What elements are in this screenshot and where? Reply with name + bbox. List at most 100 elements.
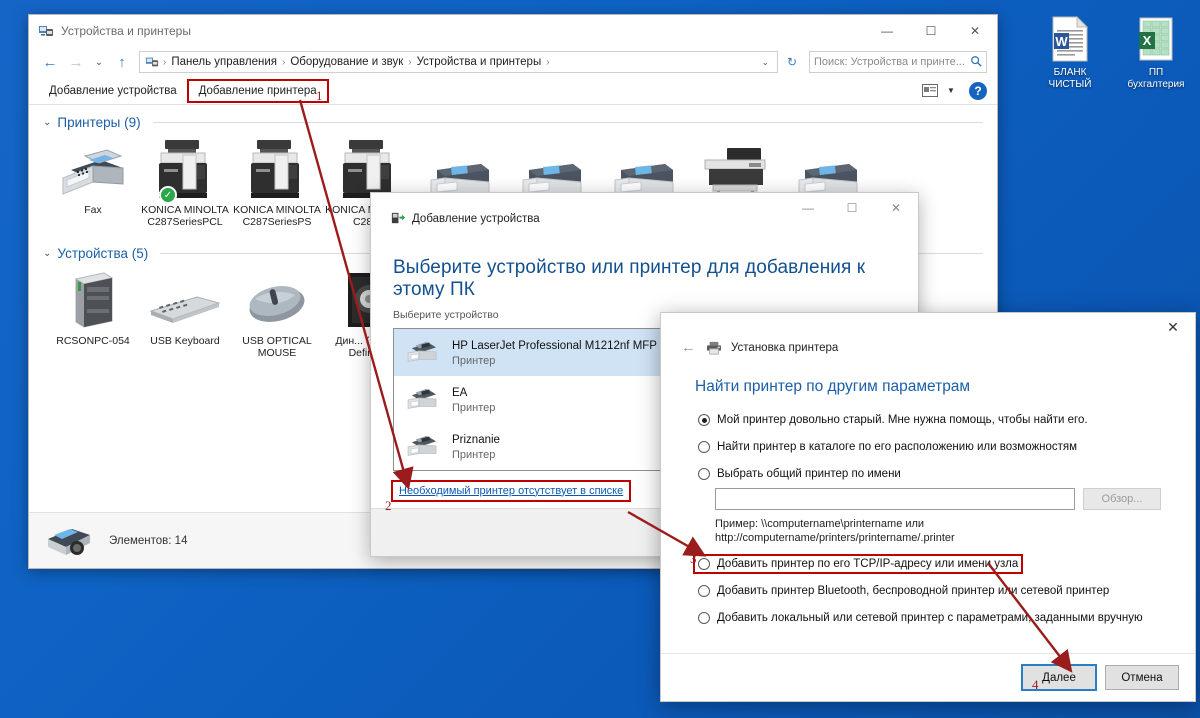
printer-icon bbox=[404, 384, 442, 414]
mfp-printer-icon bbox=[325, 138, 413, 200]
annotation-step-2: 2 bbox=[385, 498, 392, 513]
mouse-icon bbox=[233, 269, 321, 331]
device-name: EA bbox=[452, 386, 468, 399]
radio-option-label: Мой принтер довольно старый. Мне нужна п… bbox=[717, 414, 1088, 426]
mfp-printer-icon: ✓ bbox=[141, 138, 229, 204]
breadcrumb-separator: › bbox=[408, 56, 412, 68]
camera-device-icon bbox=[43, 519, 95, 563]
share-example-line2: http://computername/printers/printername… bbox=[715, 532, 955, 544]
item-count-label: Элементов: 14 bbox=[109, 534, 188, 547]
share-example-text: Пример: \\computername\printername или h… bbox=[715, 517, 1161, 545]
cancel-button[interactable]: Отмена bbox=[1105, 665, 1179, 690]
breadcrumb-control-panel[interactable]: Панель управления bbox=[169, 56, 279, 68]
device-tile-keyboard[interactable]: USB Keyboard bbox=[139, 265, 231, 363]
breadcrumb-hardware-sound[interactable]: Оборудование и звук bbox=[288, 56, 405, 68]
desktop-icon-excel-document[interactable]: X ПП бухгалтерия bbox=[1120, 14, 1192, 91]
radio-option-find-in-directory[interactable]: Найти принтер в каталоге по его располож… bbox=[695, 439, 1161, 455]
radio-button[interactable] bbox=[698, 558, 710, 570]
view-layout-icon[interactable] bbox=[919, 81, 941, 101]
install-printer-footer: Далее Отмена bbox=[661, 653, 1195, 701]
radio-button[interactable] bbox=[698, 414, 710, 426]
browse-button[interactable]: Обзор... bbox=[1083, 488, 1161, 510]
group-header-printers[interactable]: ⌄ Принтеры (9) bbox=[43, 115, 983, 130]
maximize-button[interactable]: ☐ bbox=[909, 15, 953, 47]
device-tile-label: RCSONPC-054 bbox=[56, 335, 130, 347]
up-button[interactable]: ↑ bbox=[111, 51, 133, 73]
install-printer-title: Установка принтера bbox=[731, 341, 839, 354]
radio-option-old-printer[interactable]: Мой принтер довольно старый. Мне нужна п… bbox=[695, 412, 1161, 428]
radio-button[interactable] bbox=[698, 441, 710, 453]
annotation-step-3: 3 bbox=[690, 551, 697, 566]
close-button[interactable]: ✕ bbox=[1151, 313, 1195, 341]
laser-printer-icon bbox=[785, 138, 873, 200]
printer-not-listed-link[interactable]: Необходимый принтер отсутствует в списке bbox=[390, 479, 632, 502]
close-button[interactable]: ✕ bbox=[953, 15, 997, 47]
radio-option-manual[interactable]: Добавить локальный или сетевой принтер с… bbox=[695, 610, 1161, 626]
address-bar[interactable]: › Панель управления › Оборудование и зву… bbox=[139, 51, 778, 73]
radio-option-label: Добавить локальный или сетевой принтер с… bbox=[717, 612, 1143, 624]
shared-printer-input[interactable] bbox=[715, 488, 1075, 510]
desktop-tower-icon bbox=[49, 269, 137, 331]
radio-option-label: Добавить принтер по его TCP/IP-адресу ил… bbox=[717, 558, 1019, 570]
printer-tile-konica-pcl[interactable]: ✓ KONICA MINOLTA C287SeriesPCL bbox=[139, 134, 231, 232]
refresh-button[interactable]: ↻ bbox=[782, 51, 802, 73]
printer-tile-label: KONICA MINOLTA C287SeriesPCL bbox=[141, 204, 229, 228]
install-printer-heading: Найти принтер по другим параметрам bbox=[695, 378, 971, 395]
group-title: Принтеры (9) bbox=[57, 115, 141, 130]
excel-document-icon: X bbox=[1120, 14, 1192, 64]
add-printer-command[interactable]: Добавление принтера bbox=[186, 78, 329, 103]
device-tile-mouse[interactable]: USB OPTICAL MOUSE bbox=[231, 265, 323, 363]
desktop-icons: W БЛАНК ЧИСТЫЙ X ПП бухгалтерия bbox=[1034, 14, 1192, 91]
fax-printer-icon bbox=[49, 138, 137, 200]
radio-option-shared-by-name[interactable]: Выбрать общий принтер по имени bbox=[695, 466, 1161, 482]
desktop-icon-label-line1: БЛАНК bbox=[1053, 67, 1087, 78]
printer-tile-fax[interactable]: Fax bbox=[47, 134, 139, 232]
mfp-scanner-icon bbox=[693, 138, 781, 200]
group-divider bbox=[152, 122, 983, 123]
svg-text:W: W bbox=[1055, 34, 1068, 49]
printer-icon bbox=[705, 339, 722, 356]
radio-option-bluetooth[interactable]: Добавить принтер Bluetooth, беспроводной… bbox=[695, 583, 1161, 599]
desktop-icon-word-document[interactable]: W БЛАНК ЧИСТЫЙ bbox=[1034, 14, 1106, 91]
recent-locations-button[interactable]: ⌄ bbox=[91, 51, 107, 73]
device-tile-label: USB OPTICAL MOUSE bbox=[242, 335, 312, 359]
radio-button[interactable] bbox=[698, 612, 710, 624]
breadcrumb-devices-printers[interactable]: Устройства и принтеры bbox=[415, 56, 544, 68]
window-title: Устройства и принтеры bbox=[61, 24, 191, 38]
minimize-button[interactable]: — bbox=[865, 15, 909, 47]
shared-printer-row: Обзор... bbox=[715, 488, 1161, 510]
device-name: Priznanie bbox=[452, 433, 500, 446]
search-box[interactable]: Поиск: Устройства и принте... bbox=[809, 51, 987, 73]
chevron-down-icon[interactable]: ⌄ bbox=[757, 57, 773, 68]
back-button[interactable]: ← bbox=[681, 339, 696, 356]
desktop-icon-label-line2: бухгалтерия bbox=[1127, 79, 1185, 90]
device-tile-computer[interactable]: RCSONPC-054 bbox=[47, 265, 139, 363]
default-printer-badge: ✓ bbox=[159, 186, 177, 204]
chevron-down-icon[interactable]: ⌄ bbox=[43, 117, 51, 128]
navigation-bar: ← → ⌄ ↑ › Панель управления › Оборудован… bbox=[29, 47, 997, 77]
install-printer-header: ← Установка принтера bbox=[661, 339, 1195, 356]
view-options-caret-icon[interactable]: ▼ bbox=[943, 86, 959, 95]
add-device-icon bbox=[389, 211, 405, 227]
install-printer-dialog: ✕ ← Установка принтера Найти принтер по … bbox=[660, 312, 1196, 702]
radio-button[interactable] bbox=[698, 468, 710, 480]
back-button[interactable]: ← bbox=[39, 51, 61, 73]
printer-tile-konica-ps[interactable]: KONICA MINOLTA C287SeriesPS bbox=[231, 134, 323, 232]
address-devices-icon bbox=[144, 54, 160, 70]
chevron-down-icon[interactable]: ⌄ bbox=[43, 248, 51, 259]
printer-tile-label: Fax bbox=[84, 204, 102, 216]
radio-option-tcpip[interactable]: Добавить принтер по его TCP/IP-адресу ил… bbox=[692, 554, 1024, 574]
printer-icon bbox=[404, 337, 442, 367]
radio-button[interactable] bbox=[698, 585, 710, 597]
add-device-dialog-title: Добавление устройства bbox=[412, 212, 540, 225]
share-example-line1: Пример: \\computername\printername или bbox=[715, 518, 925, 530]
mfp-printer-icon bbox=[233, 138, 321, 200]
add-device-command[interactable]: Добавление устройства bbox=[39, 81, 187, 101]
command-bar: Добавление устройства Добавление принтер… bbox=[29, 77, 997, 105]
laser-printer-icon bbox=[417, 138, 505, 200]
breadcrumb-separator: › bbox=[282, 56, 286, 68]
help-button[interactable]: ? bbox=[969, 81, 987, 100]
search-input[interactable]: Поиск: Устройства и принте... bbox=[814, 56, 970, 68]
desktop-icon-label-line1: ПП bbox=[1148, 67, 1164, 78]
forward-button[interactable]: → bbox=[65, 51, 87, 73]
